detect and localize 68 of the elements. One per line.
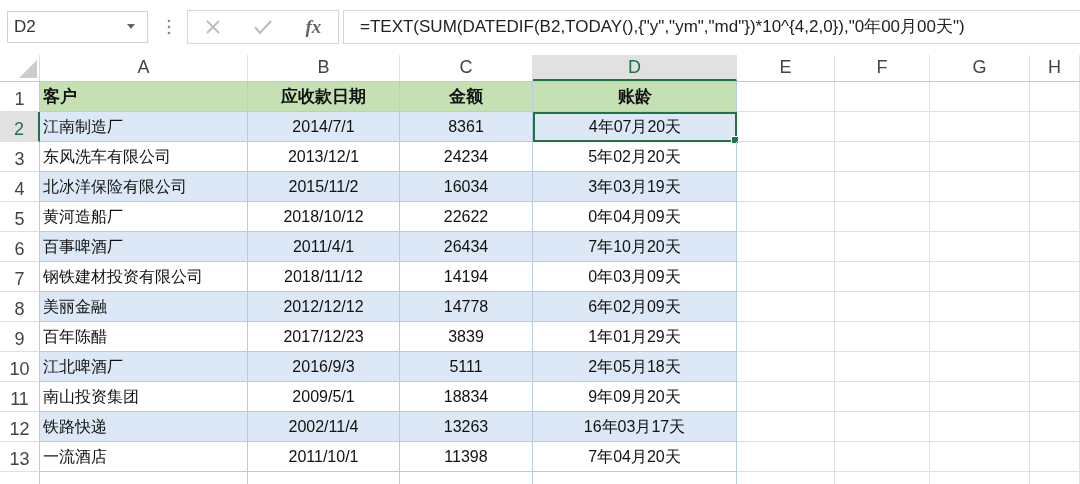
header-cell: 客户 xyxy=(40,82,248,112)
header-cell: 账龄 xyxy=(533,82,737,112)
table-cell: 百事啤酒厂 xyxy=(40,232,248,262)
table-cell: 5111 xyxy=(400,352,533,382)
table-cell: 2年05月18天 xyxy=(533,352,737,382)
column-header[interactable]: D xyxy=(533,55,737,81)
empty-cell xyxy=(1030,82,1080,112)
empty-cell xyxy=(1030,382,1080,412)
table-cell: 江北啤酒厂 xyxy=(40,352,248,382)
empty-cell xyxy=(1030,112,1080,142)
table-cell: 14778 xyxy=(400,292,533,322)
table-cell: 2015/11/2 xyxy=(248,172,400,202)
table-cell: 2012/12/12 xyxy=(248,292,400,322)
column-header[interactable]: A xyxy=(40,55,248,81)
selected-cell: 4年07月20天 xyxy=(533,112,737,142)
fill-handle[interactable] xyxy=(731,136,739,144)
column-header[interactable]: G xyxy=(930,55,1030,81)
empty-cell xyxy=(1030,202,1080,232)
table-cell: 2014/7/1 xyxy=(248,112,400,142)
table-cell: 11398 xyxy=(400,442,533,472)
table-cell: 2011/4/1 xyxy=(248,232,400,262)
row-header[interactable]: 2 xyxy=(0,112,40,142)
table-cell: 7年10月20天 xyxy=(533,232,737,262)
column-header[interactable]: B xyxy=(248,55,400,81)
row-header[interactable]: 11 xyxy=(0,382,40,412)
table-cell: 2011/10/1 xyxy=(248,442,400,472)
column-header[interactable]: E xyxy=(737,55,835,81)
empty-cell xyxy=(1030,292,1080,322)
empty-cell xyxy=(1030,352,1080,382)
insert-function-button[interactable]: fx xyxy=(299,13,328,40)
name-box[interactable]: D2 xyxy=(7,10,148,43)
empty-cell xyxy=(1030,442,1080,472)
table-cell: 江南制造厂 xyxy=(40,112,248,142)
formula-field[interactable]: =TEXT(SUM(DATEDIF(B2,TODAY(),{"y","ym","md"})*10^{4,2,0}),"0年00月00天") xyxy=(343,9,1080,44)
select-all-icon[interactable] xyxy=(19,60,37,78)
table-cell: 美丽金融 xyxy=(40,292,248,322)
drag-handle-icon[interactable] xyxy=(167,18,171,35)
empty-cell xyxy=(1030,412,1080,442)
table-cell: 7年04月20天 xyxy=(533,442,737,472)
table-cell: 2002/11/4 xyxy=(248,412,400,442)
row-header[interactable]: 7 xyxy=(0,262,40,292)
column-header[interactable]: F xyxy=(835,55,930,81)
empty-cell xyxy=(1030,172,1080,202)
empty-cell xyxy=(1030,142,1080,172)
row-header[interactable]: 9 xyxy=(0,322,40,352)
table-cell: 26434 xyxy=(400,232,533,262)
row-header[interactable]: 3 xyxy=(0,142,40,172)
header-cell: 金额 xyxy=(400,82,533,112)
empty-cell xyxy=(1030,322,1080,352)
column-header[interactable]: H xyxy=(1030,55,1080,81)
header-cell: 应收款日期 xyxy=(248,82,400,112)
table-cell: 6年02月09天 xyxy=(533,292,737,322)
table-cell: 3年03月19天 xyxy=(533,172,737,202)
table-cell: 铁路快递 xyxy=(40,412,248,442)
table-cell: 16034 xyxy=(400,172,533,202)
empty-cell xyxy=(1030,232,1080,262)
table-cell: 8361 xyxy=(400,112,533,142)
row-header[interactable]: 13 xyxy=(0,442,40,472)
empty-cell xyxy=(1030,262,1080,292)
table-cell: 2016/9/3 xyxy=(248,352,400,382)
close-icon xyxy=(204,18,221,35)
row-header[interactable]: 5 xyxy=(0,202,40,232)
table-cell: 一流酒店 xyxy=(40,442,248,472)
table-cell: 16年03月17天 xyxy=(533,412,737,442)
check-icon xyxy=(254,18,273,35)
caret-icon xyxy=(127,24,135,29)
table-cell: 13263 xyxy=(400,412,533,442)
table-cell: 北冰洋保险有限公司 xyxy=(40,172,248,202)
